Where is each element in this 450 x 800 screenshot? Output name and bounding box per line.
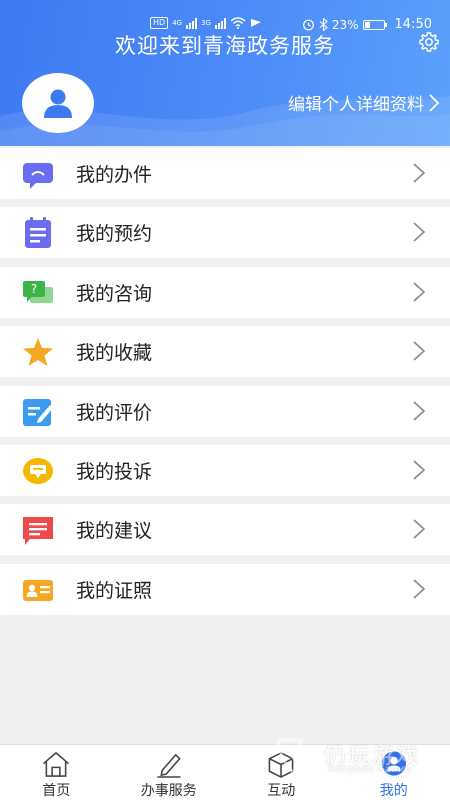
hd-indicator: HD xyxy=(150,17,169,29)
chevron-right-icon xyxy=(413,163,426,183)
menu-item-label: 我的收藏 xyxy=(76,342,153,365)
menu-item-label: 我的办件 xyxy=(76,164,153,186)
chevron-right-icon xyxy=(429,93,440,112)
tab-mine[interactable]: 我的 xyxy=(338,745,450,800)
id-card-icon xyxy=(23,579,53,601)
chevron-right-icon xyxy=(413,222,426,242)
menu-item-label: 我的评价 xyxy=(76,401,153,424)
suggestion-note-icon xyxy=(23,517,53,546)
tab-interaction[interactable]: 互动 xyxy=(225,745,338,800)
tab-services[interactable]: 办事服务 xyxy=(113,745,226,800)
user-avatar-icon xyxy=(44,89,72,118)
chevron-right-icon xyxy=(413,579,426,599)
star-icon xyxy=(23,338,53,367)
menu-item-my-appointments[interactable]: 我的预约 xyxy=(0,207,450,259)
svg-text:?: ? xyxy=(31,282,37,296)
network-4g-label: 4G xyxy=(172,19,183,27)
menu-item-label: 我的投诉 xyxy=(76,460,153,483)
battery-icon xyxy=(362,19,387,30)
tab-label: 互动 xyxy=(267,783,296,799)
calendar-note-icon xyxy=(25,217,51,249)
bottom-tab-bar: 首页 办事服务 互动 我的 xyxy=(0,744,450,800)
tab-label: 首页 xyxy=(42,783,71,799)
menu-item-label: 我的预约 xyxy=(76,223,153,246)
edit-profile-label: 编辑个人详细资料 xyxy=(288,95,424,115)
pen-icon xyxy=(157,753,181,778)
chat-bubble-icon xyxy=(23,163,53,189)
menu-item-label: 我的咨询 xyxy=(76,282,153,305)
chevron-right-icon xyxy=(413,282,426,302)
network-3g-label: 3G xyxy=(201,19,211,27)
menu-item-label: 我的建议 xyxy=(76,520,153,543)
tab-label: 我的 xyxy=(379,783,408,799)
chevron-right-icon xyxy=(413,460,426,480)
notification-flag-icon xyxy=(250,19,261,27)
home-icon xyxy=(43,751,70,777)
cube-icon xyxy=(268,752,294,778)
menu-item-my-favorites[interactable]: 我的收藏 xyxy=(0,326,450,378)
page-title: 欢迎来到青海政务服务 xyxy=(115,34,335,58)
profile-header: HD 4G 3G 23% 14:50 欢迎来到青海政务服务 编辑个人详细资料 xyxy=(0,0,450,146)
edit-profile-link[interactable]: 编辑个人详细资料 xyxy=(288,90,440,115)
signal-strength-icon xyxy=(186,17,198,29)
menu-item-my-consultations[interactable]: ? 我的咨询 xyxy=(0,266,450,318)
signal-strength-2-icon xyxy=(214,17,226,29)
tab-home[interactable]: 首页 xyxy=(0,745,113,800)
question-chat-icon: ? xyxy=(23,280,53,303)
chevron-right-icon xyxy=(413,519,426,539)
wifi-icon xyxy=(230,17,246,29)
tab-label: 办事服务 xyxy=(140,783,197,799)
menu-item-label: 我的证照 xyxy=(76,579,153,602)
edit-note-icon xyxy=(23,398,53,426)
menu-item-my-cases[interactable]: 我的办件 xyxy=(0,148,450,199)
profile-menu-list: 我的办件 我的预约 ? 我的咨询 我的收藏 我的评价 我的投诉 我的建议 我的证… xyxy=(0,148,450,623)
avatar[interactable] xyxy=(22,73,94,133)
person-icon xyxy=(381,751,406,776)
menu-item-my-complaints[interactable]: 我的投诉 xyxy=(0,444,450,496)
complaint-bubble-icon xyxy=(23,457,53,484)
menu-item-my-licenses[interactable]: 我的证照 xyxy=(0,563,450,615)
menu-item-my-reviews[interactable]: 我的评价 xyxy=(0,385,450,437)
settings-gear-icon[interactable] xyxy=(417,30,441,54)
chevron-right-icon xyxy=(413,341,426,361)
menu-item-my-suggestions[interactable]: 我的建议 xyxy=(0,504,450,556)
chevron-right-icon xyxy=(413,400,426,421)
